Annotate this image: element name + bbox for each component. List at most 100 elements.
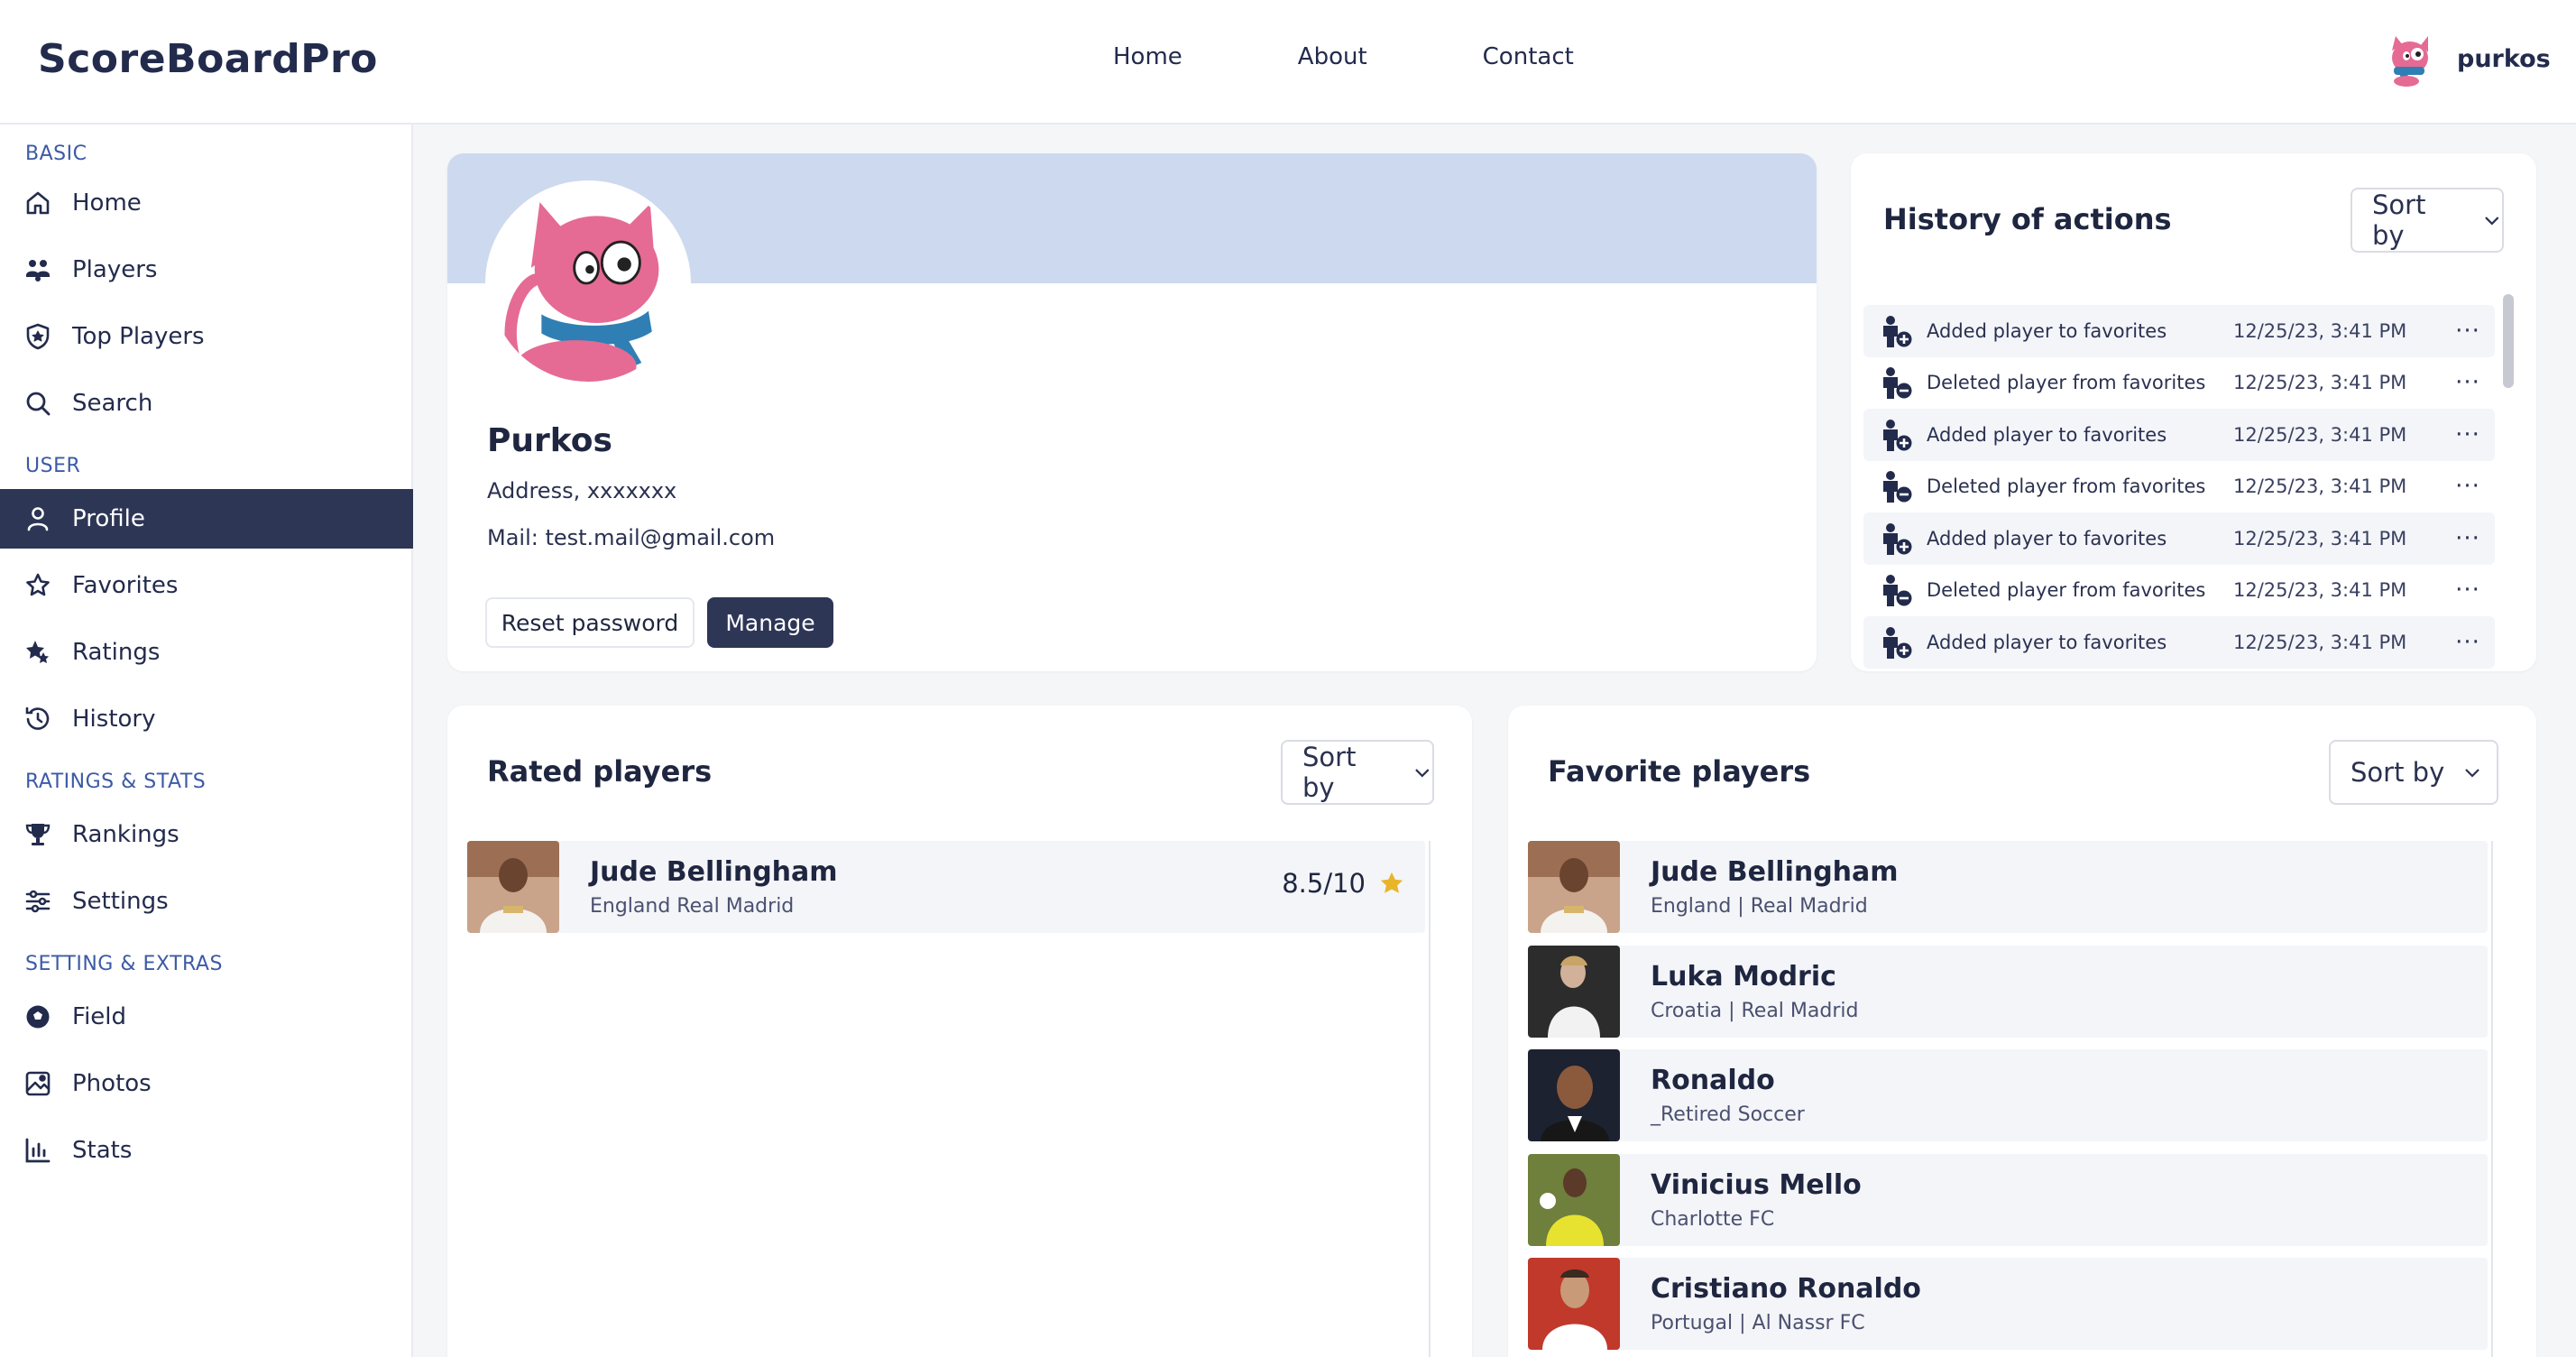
user-add-icon [1883, 419, 1912, 451]
profile-avatar [485, 180, 691, 386]
history-row[interactable]: Deleted player from favorites 12/25/23, 3… [1863, 357, 2495, 410]
more-options-icon[interactable]: ··· [2441, 318, 2495, 345]
rated-players-card: Rated players Sort by Jude Bellingham En… [447, 706, 1472, 1357]
sidebar-item-label: Favorites [72, 572, 179, 599]
sliders-icon [25, 890, 51, 913]
ratings-icon [26, 641, 49, 663]
player-photo [1528, 945, 1620, 1038]
sidebar-item-home[interactable]: Home [0, 173, 413, 233]
player-photo [1528, 841, 1620, 933]
rated-sort-dropdown[interactable]: Sort by [1281, 740, 1434, 805]
favorite-player-row[interactable]: Vinicius Mello Charlotte FC [1528, 1153, 2488, 1246]
sidebar-item-label: Settings [72, 888, 169, 915]
more-options-icon[interactable]: ··· [2441, 473, 2495, 500]
user-icon [27, 507, 49, 531]
history-time: 12/25/23, 3:41 PM [2233, 631, 2407, 653]
player-name: Jude Bellingham [590, 856, 838, 888]
reset-password-button[interactable]: Reset password [485, 597, 695, 648]
history-row[interactable]: Added player to favorites 12/25/23, 3:41 … [1863, 512, 2495, 565]
sidebar-item-stats[interactable]: Stats [0, 1121, 413, 1180]
history-time: 12/25/23, 3:41 PM [2233, 475, 2407, 498]
search-icon [26, 392, 51, 416]
sidebar-item-players[interactable]: Players [0, 240, 413, 300]
trophy-icon [25, 824, 51, 845]
user-remove-icon [1883, 471, 1912, 503]
more-options-icon[interactable]: ··· [2441, 525, 2495, 552]
player-name: Cristiano Ronaldo [1651, 1273, 1921, 1305]
history-scrollbar-thumb[interactable] [2503, 294, 2514, 388]
history-action: Added player to favorites [1927, 527, 2167, 549]
bar-chart-icon [25, 1138, 51, 1163]
history-row[interactable]: Added player to favorites 12/25/23, 3:41 … [1863, 616, 2495, 669]
sort-label: Sort by [1302, 742, 1357, 803]
more-options-icon[interactable]: ··· [2441, 421, 2495, 448]
history-row[interactable]: Deleted player from favorites 12/25/23, 3… [1863, 461, 2495, 513]
history-action: Deleted player from favorites [1927, 579, 2206, 602]
sidebar-item-favorites[interactable]: Favorites [0, 556, 413, 615]
player-name: Luka Modric [1651, 960, 1836, 992]
user-name: purkos [2457, 44, 2551, 73]
sidebar-item-label: Stats [72, 1137, 133, 1164]
history-time: 12/25/23, 3:41 PM [2233, 423, 2407, 446]
nav-link-contact[interactable]: Contact [1483, 43, 1574, 70]
brand-logo[interactable]: ScoreBoardPro [38, 36, 378, 82]
history-title: History of actions [1883, 202, 2172, 236]
sidebar-item-profile[interactable]: Profile [0, 489, 413, 549]
favorite-player-row[interactable]: Luka Modric Croatia | Real Madrid [1528, 945, 2488, 1038]
nav-link-about[interactable]: About [1298, 43, 1367, 70]
history-icon [25, 706, 50, 730]
sort-label: Sort by [2351, 757, 2445, 788]
history-sort-dropdown[interactable]: Sort by [2351, 188, 2504, 253]
sort-label: Sort by [2372, 189, 2426, 251]
sidebar-item-label: History [72, 706, 156, 733]
history-list: Added player to favorites 12/25/23, 3:41 … [1863, 305, 2495, 669]
rated-player-row[interactable]: Jude Bellingham England Real Madrid 8.5/… [467, 841, 1425, 933]
player-subtitle: Croatia | Real Madrid [1651, 999, 1859, 1022]
player-photo [1528, 1258, 1620, 1350]
sidebar-item-field[interactable]: Field [0, 987, 413, 1047]
sidebar-item-search[interactable]: Search [0, 374, 413, 433]
player-rating: 8.5/10 [1282, 868, 1405, 899]
player-name: Jude Bellingham [1651, 856, 1899, 888]
player-subtitle: Charlotte FC [1651, 1207, 1775, 1231]
star-filled-icon [1380, 872, 1403, 893]
shield-star-icon [26, 323, 50, 350]
sidebar-item-settings[interactable]: Settings [0, 872, 413, 931]
more-options-icon[interactable]: ··· [2441, 577, 2495, 604]
sidebar-item-label: Players [72, 256, 158, 283]
soccer-ball-icon [26, 1005, 50, 1029]
favorite-player-row[interactable]: Cristiano Ronaldo Portugal | Al Nassr FC [1528, 1258, 2488, 1350]
player-subtitle: Portugal | Al Nassr FC [1651, 1312, 1865, 1334]
sidebar-item-rankings[interactable]: Rankings [0, 805, 413, 864]
history-row[interactable]: Deleted player from favorites 12/25/23, 3… [1863, 565, 2495, 617]
user-remove-icon [1883, 575, 1912, 607]
player-subtitle: _Retired Soccer [1651, 1103, 1805, 1126]
sidebar-section-settings-extras: SETTING & EXTRAS [25, 953, 223, 975]
profile-address: Address, xxxxxxx [487, 478, 677, 503]
sidebar-item-label: Rankings [72, 821, 179, 848]
sidebar-item-history[interactable]: History [0, 689, 413, 749]
favorites-sort-dropdown[interactable]: Sort by [2329, 740, 2498, 805]
chevron-down-icon [2465, 769, 2480, 778]
history-time: 12/25/23, 3:41 PM [2233, 372, 2407, 394]
favorite-player-row[interactable]: Ronaldo _Retired Soccer [1528, 1049, 2488, 1141]
home-icon [26, 191, 50, 215]
sidebar-item-label: Photos [72, 1070, 152, 1097]
sidebar-section-user: USER [25, 455, 81, 477]
more-options-icon[interactable]: ··· [2441, 629, 2495, 656]
nav-link-home[interactable]: Home [1113, 43, 1182, 70]
favorite-player-row[interactable]: Jude Bellingham England | Real Madrid [1528, 841, 2488, 933]
manage-button[interactable]: Manage [707, 597, 833, 648]
history-row[interactable]: Added player to favorites 12/25/23, 3:41 … [1863, 305, 2495, 357]
user-avatar [2382, 32, 2436, 87]
sidebar-item-ratings[interactable]: Ratings [0, 623, 413, 682]
chevron-down-icon [2485, 217, 2499, 226]
user-menu[interactable]: purkos [2381, 31, 2551, 87]
players-icon [26, 260, 50, 282]
sidebar-item-top-players[interactable]: Top Players [0, 307, 413, 366]
sidebar-item-photos[interactable]: Photos [0, 1054, 413, 1113]
history-row[interactable]: Added player to favorites 12/25/23, 3:41 … [1863, 409, 2495, 461]
sidebar-item-label: Home [72, 189, 142, 217]
profile-email: Mail: test.mail@gmail.com [487, 525, 776, 550]
more-options-icon[interactable]: ··· [2441, 369, 2495, 396]
